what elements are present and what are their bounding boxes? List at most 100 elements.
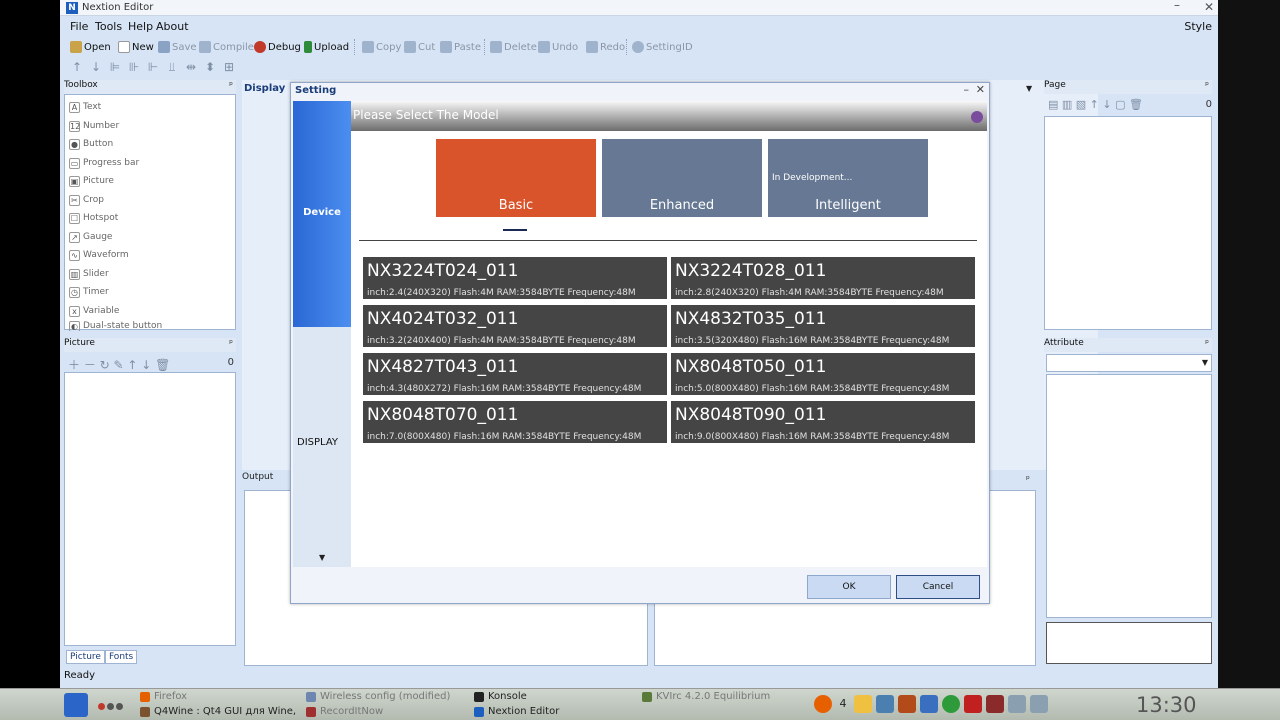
cancel-button[interactable]: Cancel — [896, 575, 980, 599]
user-icon[interactable] — [1008, 695, 1026, 713]
insert-page-icon[interactable]: ▧ — [1076, 98, 1090, 111]
toolbox-item-crop[interactable]: ✂ Crop — [69, 192, 104, 208]
model-nx4832t035[interactable]: NX4832T035_011 inch:3.5(320X480) Flash:16… — [671, 305, 975, 347]
debug-button[interactable]: Debug — [254, 39, 301, 55]
dropdown-arrow-icon[interactable]: ▼ — [1026, 84, 1032, 93]
paste-button[interactable]: Paste — [440, 39, 481, 55]
same-size-icon[interactable]: ⬍ — [203, 60, 217, 74]
volume-icon[interactable] — [1030, 695, 1048, 713]
task-firefox[interactable]: Firefox — [140, 691, 187, 702]
toolbox-item-progress-bar[interactable]: ▭ Progress bar — [69, 155, 139, 171]
trash-icon[interactable]: 🗑 — [1129, 98, 1143, 111]
toolbox-item-picture[interactable]: ▣ Picture — [69, 173, 114, 189]
move-up-icon[interactable]: ↑ — [70, 60, 84, 74]
start-menu-icon[interactable] — [64, 693, 88, 717]
menu-file[interactable]: File — [70, 20, 88, 33]
toolbox-item-hotspot[interactable]: ☐ Hotspot — [69, 210, 118, 226]
setting-button[interactable]: Setting — [632, 39, 682, 55]
model-nx8048t050[interactable]: NX8048T050_011 inch:5.0(800X480) Flash:16… — [671, 353, 975, 395]
pin-icon[interactable]: ᵖ — [229, 81, 233, 91]
toolbox-item-timer[interactable]: ◷ Timer — [69, 284, 109, 300]
toolbox-item-variable[interactable]: x Variable — [69, 303, 119, 319]
add-page-icon[interactable]: ▤ — [1048, 98, 1062, 111]
upload-button[interactable]: Upload — [304, 39, 349, 55]
screen-icon[interactable] — [876, 695, 894, 713]
open-button[interactable]: Open — [70, 39, 111, 55]
trash-icon[interactable]: 🗑 — [155, 358, 170, 372]
compile-button[interactable]: Compile — [199, 39, 254, 55]
task-kvirc[interactable]: KVIrc 4.2.0 Equilibrium — [642, 691, 770, 702]
refresh-icon[interactable]: ↻ — [100, 358, 114, 372]
id-button[interactable]: ID — [682, 39, 693, 55]
model-nx4827t043[interactable]: NX4827T043_011 inch:4.3(480X272) Flash:16… — [363, 353, 667, 395]
model-nx3224t028[interactable]: NX3224T028_011 inch:2.8(240X320) Flash:4M… — [671, 257, 975, 299]
grid-icon[interactable]: ⊞ — [222, 60, 236, 74]
scroll-down-icon[interactable]: ▼ — [319, 553, 325, 562]
settings-icon[interactable] — [898, 695, 916, 713]
align-center-icon[interactable]: ⊪ — [127, 60, 141, 74]
align-bottom-icon[interactable]: ⫫ — [165, 60, 179, 74]
remove-icon[interactable]: － — [84, 358, 100, 372]
save-button[interactable]: Save — [158, 39, 197, 55]
minimize-icon[interactable]: – — [964, 83, 970, 96]
network-icon[interactable] — [920, 695, 938, 713]
attribute-select[interactable]: ▼ — [1046, 354, 1212, 372]
minimize-icon[interactable]: – — [1174, 0, 1180, 12]
notes-icon[interactable] — [854, 695, 872, 713]
task-nextion-editor[interactable]: Nextion Editor — [474, 706, 559, 717]
toolbox-item-waveform[interactable]: ∿ Waveform — [69, 247, 129, 263]
close-icon[interactable]: ✕ — [976, 83, 985, 96]
move-down-icon[interactable]: ↓ — [89, 60, 103, 74]
category-enhanced[interactable]: Enhanced — [602, 139, 762, 217]
sidebar-item-device[interactable]: Device — [293, 101, 351, 327]
toolbox-item-slider[interactable]: ▥ Slider — [69, 266, 109, 282]
task-konsole[interactable]: Konsole — [474, 691, 527, 702]
pdf-icon[interactable] — [964, 695, 982, 713]
move-down-icon[interactable]: ↓ — [141, 358, 155, 372]
redo-button[interactable]: Redo — [586, 39, 625, 55]
pin-icon[interactable]: ᵖ — [1026, 475, 1030, 485]
cut-button[interactable]: Cut — [404, 39, 435, 55]
add-icon[interactable]: ＋ — [68, 358, 84, 372]
distribute-icon[interactable]: ⇹ — [184, 60, 198, 74]
firefox-icon[interactable] — [814, 695, 832, 713]
menu-about[interactable]: About — [156, 20, 189, 33]
task-recorditnow[interactable]: RecordItNow — [306, 706, 383, 717]
move-down-icon[interactable]: ↓ — [1102, 98, 1115, 111]
close-icon[interactable]: ✕ — [1204, 0, 1214, 14]
sidebar-item-display[interactable]: DISPLAY — [297, 437, 338, 448]
menu-tools[interactable]: Tools — [95, 20, 122, 33]
style-menu[interactable]: Style — [1184, 20, 1212, 33]
toolbox-item-dual-state-button[interactable]: ◐ Dual-state button — [69, 321, 162, 331]
move-up-icon[interactable]: ↑ — [1090, 98, 1103, 111]
edit-icon[interactable]: ✎ — [114, 358, 128, 372]
category-intelligent[interactable]: In Development... Intelligent — [768, 139, 928, 217]
delete-button[interactable]: Delete — [490, 39, 537, 55]
copy-page-icon[interactable]: ▢ — [1115, 98, 1129, 111]
category-basic[interactable]: Basic — [436, 139, 596, 217]
language-icon[interactable] — [986, 695, 1004, 713]
tab-display[interactable]: Display — [242, 80, 287, 98]
model-nx4024t032[interactable]: NX4024T032_011 inch:3.2(240X400) Flash:4M… — [363, 305, 667, 347]
workspace-number[interactable]: 4 — [836, 695, 850, 713]
pin-icon[interactable]: ᵖ — [229, 339, 233, 349]
menu-help[interactable]: Help — [128, 20, 153, 33]
copy-button[interactable]: Copy — [362, 39, 401, 55]
ok-button[interactable]: OK — [807, 575, 891, 599]
tab-fonts[interactable]: Fonts — [104, 650, 138, 664]
model-nx8048t070[interactable]: NX8048T070_011 inch:7.0(800X480) Flash:16… — [363, 401, 667, 443]
align-right-icon[interactable]: ⊩ — [146, 60, 160, 74]
undo-button[interactable]: Undo — [538, 39, 578, 55]
check-icon[interactable] — [942, 695, 960, 713]
model-nx8048t090[interactable]: NX8048T090_011 inch:9.0(800X480) Flash:16… — [671, 401, 975, 443]
task-wireless-config[interactable]: Wireless config (modified) — [306, 691, 450, 702]
new-button[interactable]: New — [118, 39, 154, 55]
align-left-icon[interactable]: ⊫ — [108, 60, 122, 74]
pin-icon[interactable]: ᵖ — [1205, 339, 1209, 349]
move-up-icon[interactable]: ↑ — [127, 358, 141, 372]
task-q4wine[interactable]: Q4Wine : Qt4 GUI для Wine, — [140, 706, 296, 717]
delete-page-icon[interactable]: ▥ — [1062, 98, 1076, 111]
toolbox-item-text[interactable]: A Text — [69, 99, 101, 115]
toolbox-item-number[interactable]: 12 Number — [69, 118, 119, 134]
toolbox-item-button[interactable]: ● Button — [69, 136, 113, 152]
